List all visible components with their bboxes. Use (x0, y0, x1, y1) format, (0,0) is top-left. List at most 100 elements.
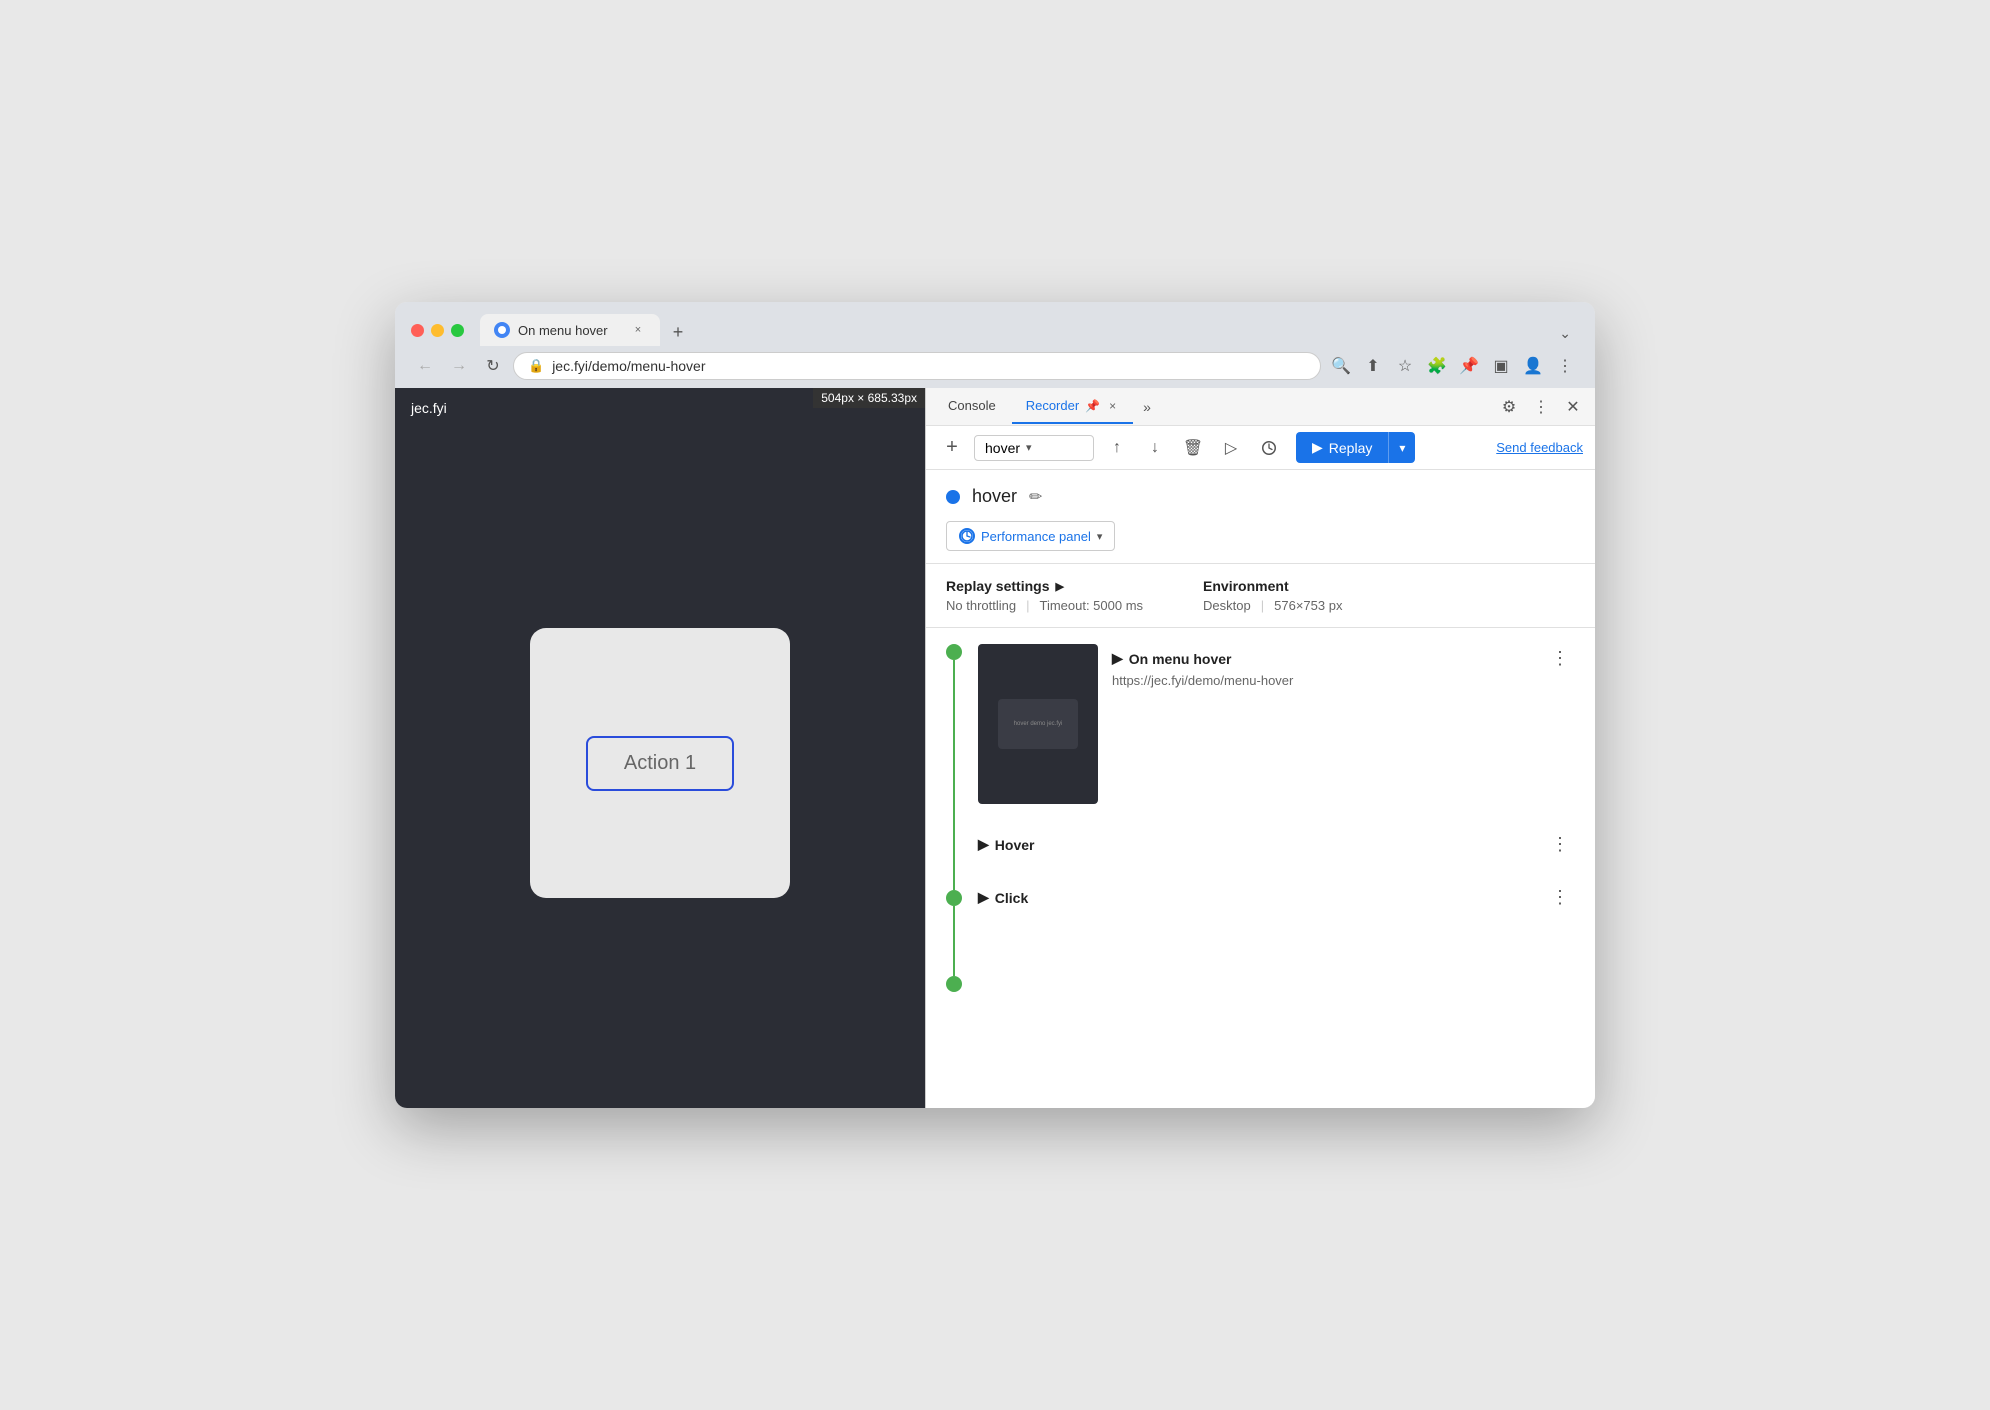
address-bar-row: ← → ↻ 🔒 jec.fyi/demo/menu-hover 🔍 ⬆ ☆ 🧩 … (395, 346, 1595, 388)
search-icon[interactable]: 🔍 (1327, 352, 1355, 380)
recording-name-label: hover (985, 440, 1020, 456)
share-icon[interactable]: ⬆ (1359, 352, 1387, 380)
replay-settings-detail: No throttling | Timeout: 5000 ms (946, 598, 1143, 613)
tab-recorder[interactable]: Recorder 📌 × (1012, 390, 1133, 424)
step-3-more-button[interactable]: ⋮ (1545, 885, 1575, 910)
upload-icon: ↑ (1113, 439, 1121, 457)
address-text: jec.fyi/demo/menu-hover (552, 358, 1306, 374)
webpage-pane: 504px × 685.33px jec.fyi Action 1 (395, 388, 925, 1108)
step-1-more-button[interactable]: ⋮ (1545, 646, 1575, 671)
size-tooltip: 504px × 685.33px (813, 388, 925, 408)
download-icon: ↓ (1151, 439, 1159, 457)
devtools-close-button[interactable]: ✕ (1559, 393, 1587, 421)
step-item-hover: ▶ Hover ⋮ (978, 832, 1575, 857)
devtools-tabs-bar: Console Recorder 📌 × » ⚙ ⋮ ✕ (926, 388, 1595, 426)
more-tabs-button[interactable]: » (1135, 395, 1159, 419)
replay-settings-section: Replay settings ▶ No throttling | Timeou… (926, 564, 1595, 628)
address-actions: 🔍 ⬆ ☆ 🧩 📌 ▣ 👤 ⋮ (1327, 352, 1579, 380)
tab-menu-button[interactable]: ⌄ (1551, 321, 1579, 346)
step-preview-inner: hover demo jec.fyi (998, 699, 1078, 749)
step-2-expand-button[interactable]: ▶ Hover (978, 836, 1034, 853)
browser-window: On menu hover × + ⌄ ← → ↻ 🔒 jec.fyi/demo… (395, 302, 1595, 1108)
step-2-more-button[interactable]: ⋮ (1545, 832, 1575, 857)
settings-divider: | (1026, 598, 1029, 613)
environment-title: Environment (1203, 578, 1342, 594)
replay-dropdown-button[interactable]: ▾ (1388, 432, 1415, 463)
bookmark-icon[interactable]: ☆ (1391, 352, 1419, 380)
main-content: 504px × 685.33px jec.fyi Action 1 Consol… (395, 388, 1595, 1108)
step-2-expand-arrow: ▶ (978, 836, 989, 853)
timeline-track (946, 644, 962, 992)
address-bar[interactable]: 🔒 jec.fyi/demo/menu-hover (513, 352, 1321, 380)
delete-button[interactable]: 🗑 (1178, 433, 1208, 463)
recorder-tab-close[interactable]: × (1106, 398, 1119, 414)
step-preview-text: hover demo jec.fyi (1014, 721, 1063, 727)
lock-icon: 🔒 (528, 358, 544, 374)
performance-panel-button[interactable]: Performance panel ▾ (946, 521, 1115, 551)
recording-title: hover (972, 486, 1017, 507)
tab-favicon (494, 322, 510, 338)
send-feedback-link[interactable]: Send feedback (1496, 440, 1583, 455)
step-2-title-text: Hover (995, 837, 1035, 853)
close-traffic-light[interactable] (411, 324, 424, 337)
steps-section: hover demo jec.fyi ▶ On menu hover (926, 628, 1595, 1008)
refresh-button[interactable]: ↻ (479, 352, 507, 380)
minimize-traffic-light[interactable] (431, 324, 444, 337)
step-2-title-row: ▶ Hover ⋮ (978, 832, 1575, 857)
devtools-action-buttons: ⚙ ⋮ ✕ (1495, 393, 1587, 421)
action-button[interactable]: Action 1 (586, 736, 734, 791)
step-item-click: ▶ Click ⋮ (978, 885, 1575, 910)
replay-label: Replay (1329, 440, 1373, 456)
step-item-on-menu-hover: hover demo jec.fyi ▶ On menu hover (978, 644, 1575, 804)
step-1-url: https://jec.fyi/demo/menu-hover (1112, 673, 1575, 688)
forward-button[interactable]: → (445, 352, 473, 380)
step-3-expand-button[interactable]: ▶ Click (978, 889, 1028, 906)
desktop-label: Desktop (1203, 598, 1251, 613)
step-1-preview: hover demo jec.fyi (978, 644, 1098, 804)
tab-console[interactable]: Console (934, 390, 1010, 423)
tab-close-button[interactable]: × (630, 322, 646, 338)
replay-speed-icon (1260, 439, 1278, 457)
step-1-expand-button[interactable]: ▶ On menu hover (1112, 650, 1231, 667)
play-icon: ▷ (1225, 438, 1237, 458)
split-screen-icon[interactable]: ▣ (1487, 352, 1515, 380)
settings-button[interactable]: ⚙ (1495, 393, 1523, 421)
maximize-traffic-light[interactable] (451, 324, 464, 337)
timeline-line-2 (953, 906, 955, 976)
new-tab-button[interactable]: + (664, 318, 692, 346)
step-3-expand-arrow: ▶ (978, 889, 989, 906)
add-recording-button[interactable]: + (938, 434, 966, 462)
steps-list: hover demo jec.fyi ▶ On menu hover (978, 644, 1575, 992)
replay-button[interactable]: ▶ Replay (1296, 432, 1388, 463)
dimensions-label: 576×753 px (1274, 598, 1342, 613)
recording-selector[interactable]: hover ▾ (974, 435, 1094, 461)
step-1-content: ▶ On menu hover ⋮ https://jec.fyi/demo/m… (1112, 644, 1575, 688)
perf-panel-label: Performance panel (981, 529, 1091, 544)
back-button[interactable]: ← (411, 352, 439, 380)
more-options-icon[interactable]: ⋮ (1551, 352, 1579, 380)
env-divider: | (1261, 598, 1264, 613)
puzzle-icon[interactable]: 📌 (1455, 352, 1483, 380)
profile-icon[interactable]: 👤 (1519, 352, 1547, 380)
download-button[interactable]: ↓ (1140, 433, 1170, 463)
tab-title: On menu hover (518, 323, 622, 338)
replay-speed-button[interactable] (1254, 433, 1284, 463)
recording-controls: Performance panel ▾ (946, 521, 1575, 551)
environment-detail: Desktop | 576×753 px (1203, 598, 1342, 613)
step-3-title-row: ▶ Click ⋮ (978, 885, 1575, 910)
replay-button-group: ▶ Replay ▾ (1296, 432, 1415, 463)
play-once-button[interactable]: ▷ (1216, 433, 1246, 463)
replay-play-icon: ▶ (1312, 439, 1323, 456)
step-1-title-text: On menu hover (1129, 651, 1232, 667)
extensions-icon[interactable]: 🧩 (1423, 352, 1451, 380)
tabs-row: On menu hover × + ⌄ (480, 314, 1579, 346)
performance-icon (959, 528, 975, 544)
devtools-more-button[interactable]: ⋮ (1527, 393, 1555, 421)
edit-recording-name-button[interactable]: ✏ (1029, 487, 1042, 507)
replay-settings-title[interactable]: Replay settings ▶ (946, 578, 1143, 594)
active-tab[interactable]: On menu hover × (480, 314, 660, 346)
recording-selector-arrow: ▾ (1026, 441, 1032, 454)
environment-group: Environment Desktop | 576×753 px (1203, 578, 1342, 613)
upload-button[interactable]: ↑ (1102, 433, 1132, 463)
recording-status-dot (946, 490, 960, 504)
